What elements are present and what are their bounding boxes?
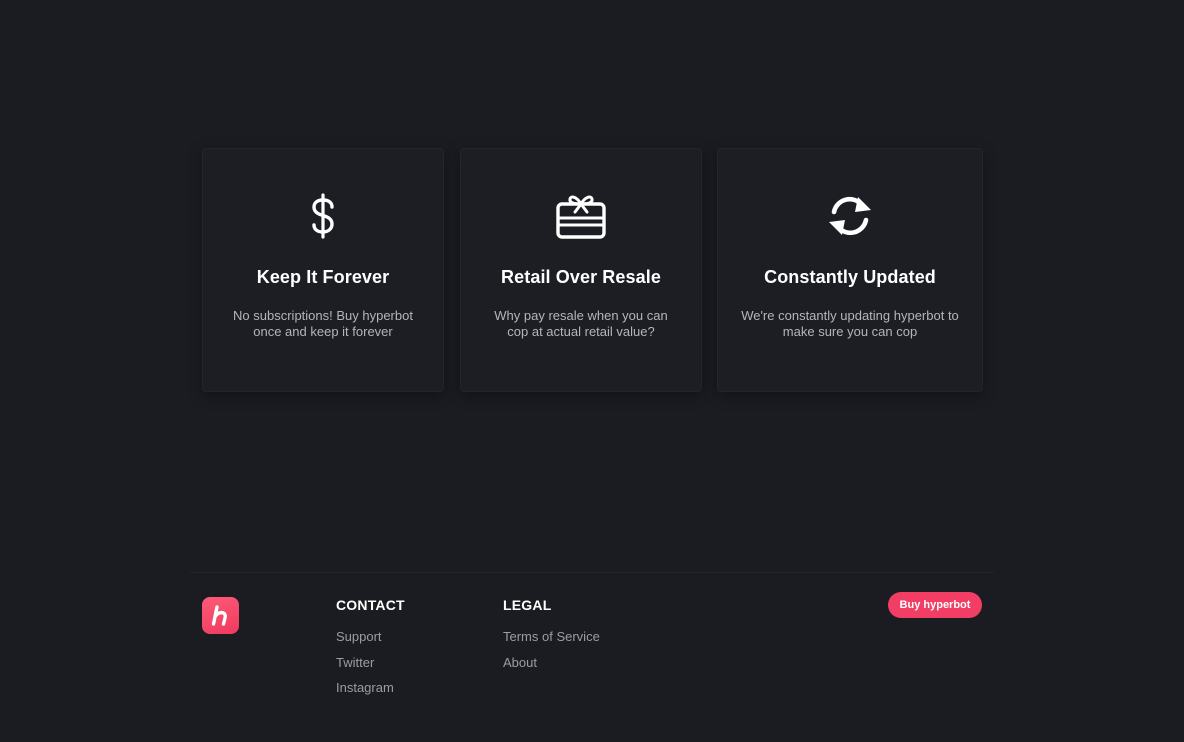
footer-link-about[interactable]: About xyxy=(503,655,600,681)
footer-link-instagram[interactable]: Instagram xyxy=(336,680,405,706)
footer-link-twitter[interactable]: Twitter xyxy=(336,655,405,681)
gift-card-icon xyxy=(461,191,701,241)
feature-description: Why pay resale when you can cop at actua… xyxy=(494,308,668,339)
refresh-icon xyxy=(718,191,982,241)
page: Keep It Forever No subscriptions! Buy hy… xyxy=(0,0,1184,742)
hyperbot-logo-icon[interactable] xyxy=(202,597,239,634)
footer-heading-contact: CONTACT xyxy=(336,597,405,613)
footer-contact: CONTACT Support Twitter Instagram xyxy=(336,597,405,706)
dollar-icon xyxy=(203,191,443,241)
footer-legal: LEGAL Terms of Service About xyxy=(503,597,600,680)
feature-description: No subscriptions! Buy hyperbot once and … xyxy=(233,308,413,339)
feature-description: We're constantly updating hyperbot to ma… xyxy=(741,308,959,339)
feature-title: Constantly Updated xyxy=(764,267,936,287)
footer-link-terms[interactable]: Terms of Service xyxy=(503,629,600,655)
feature-card-retail: Retail Over Resale Why pay resale when y… xyxy=(460,148,702,392)
buy-hyperbot-button[interactable]: Buy hyperbot xyxy=(888,592,982,618)
footer-link-support[interactable]: Support xyxy=(336,629,405,655)
feature-title: Retail Over Resale xyxy=(501,267,661,287)
footer-divider xyxy=(190,572,994,573)
feature-title: Keep It Forever xyxy=(256,267,390,287)
footer-heading-legal: LEGAL xyxy=(503,597,552,613)
feature-card-keep-forever: Keep It Forever No subscriptions! Buy hy… xyxy=(202,148,444,392)
feature-card-updated: Constantly Updated We're constantly upda… xyxy=(717,148,983,392)
